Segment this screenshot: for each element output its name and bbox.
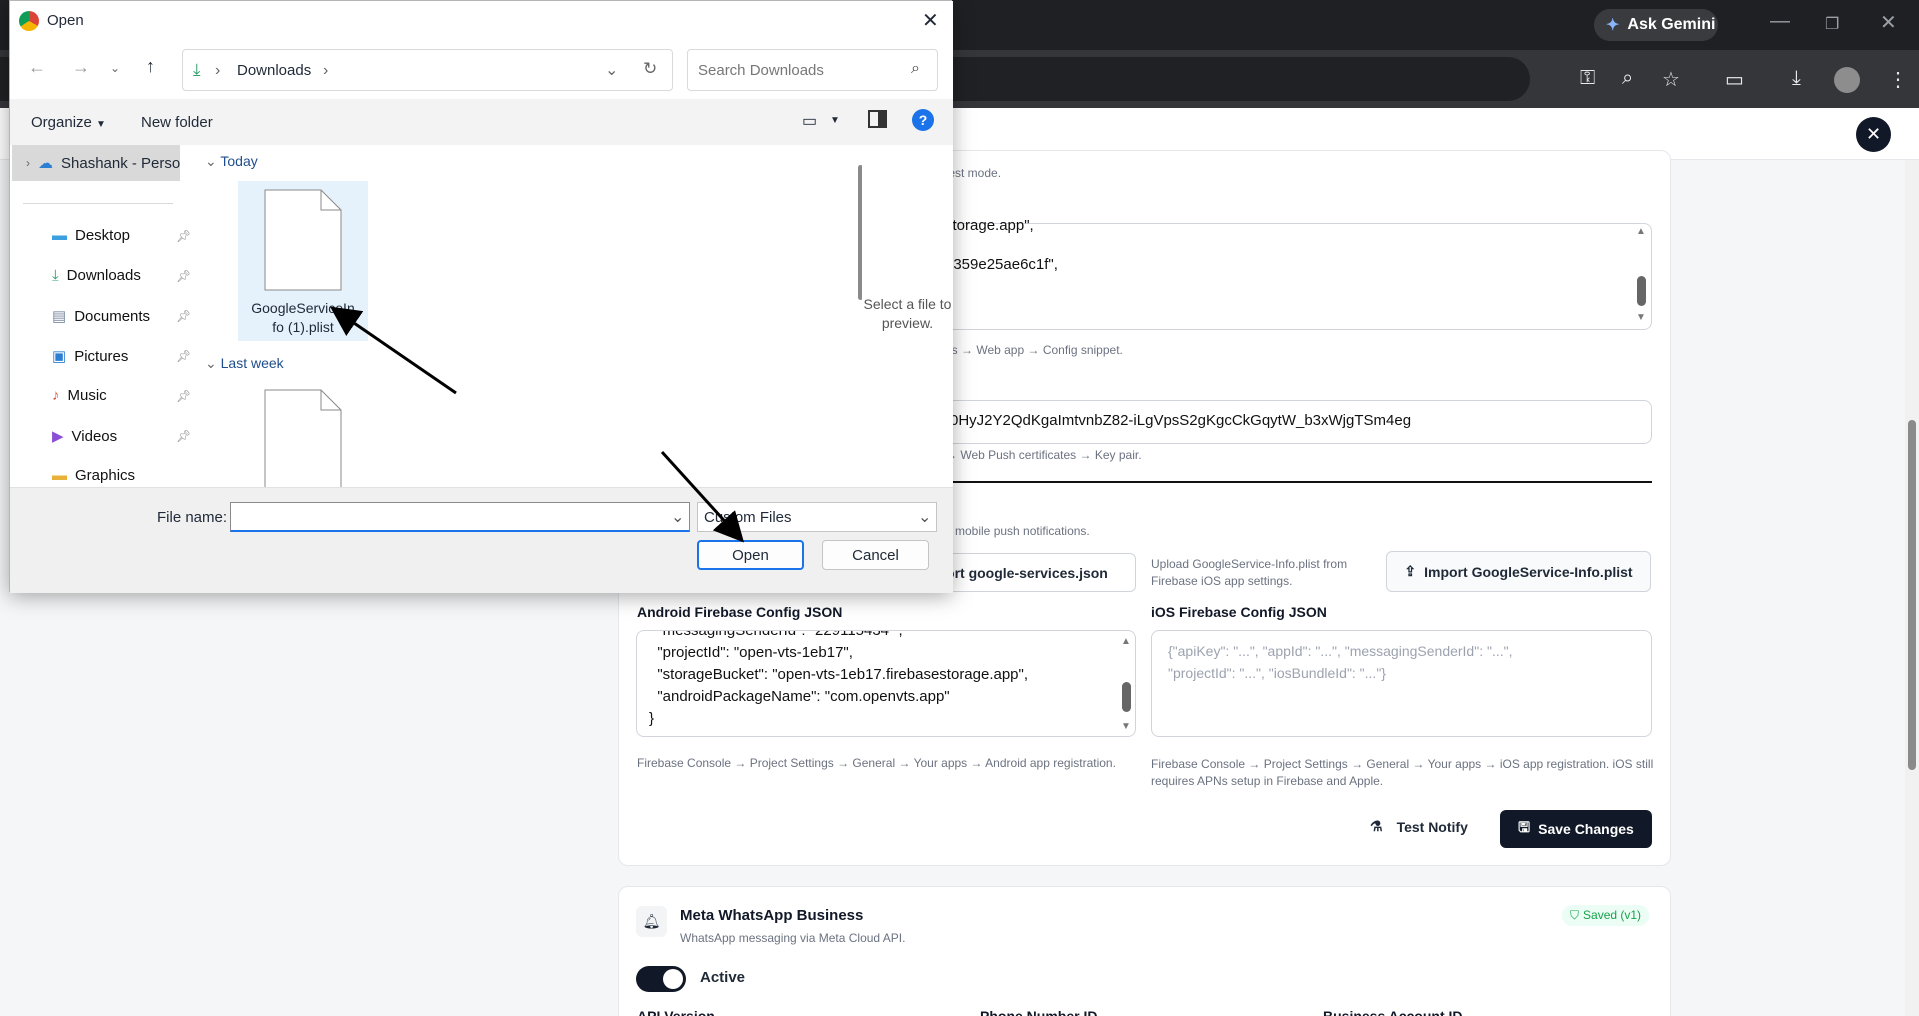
arrow-to-file: [330, 306, 457, 395]
annotation-arrows: [330, 306, 745, 543]
arrow-to-open: [660, 450, 745, 543]
